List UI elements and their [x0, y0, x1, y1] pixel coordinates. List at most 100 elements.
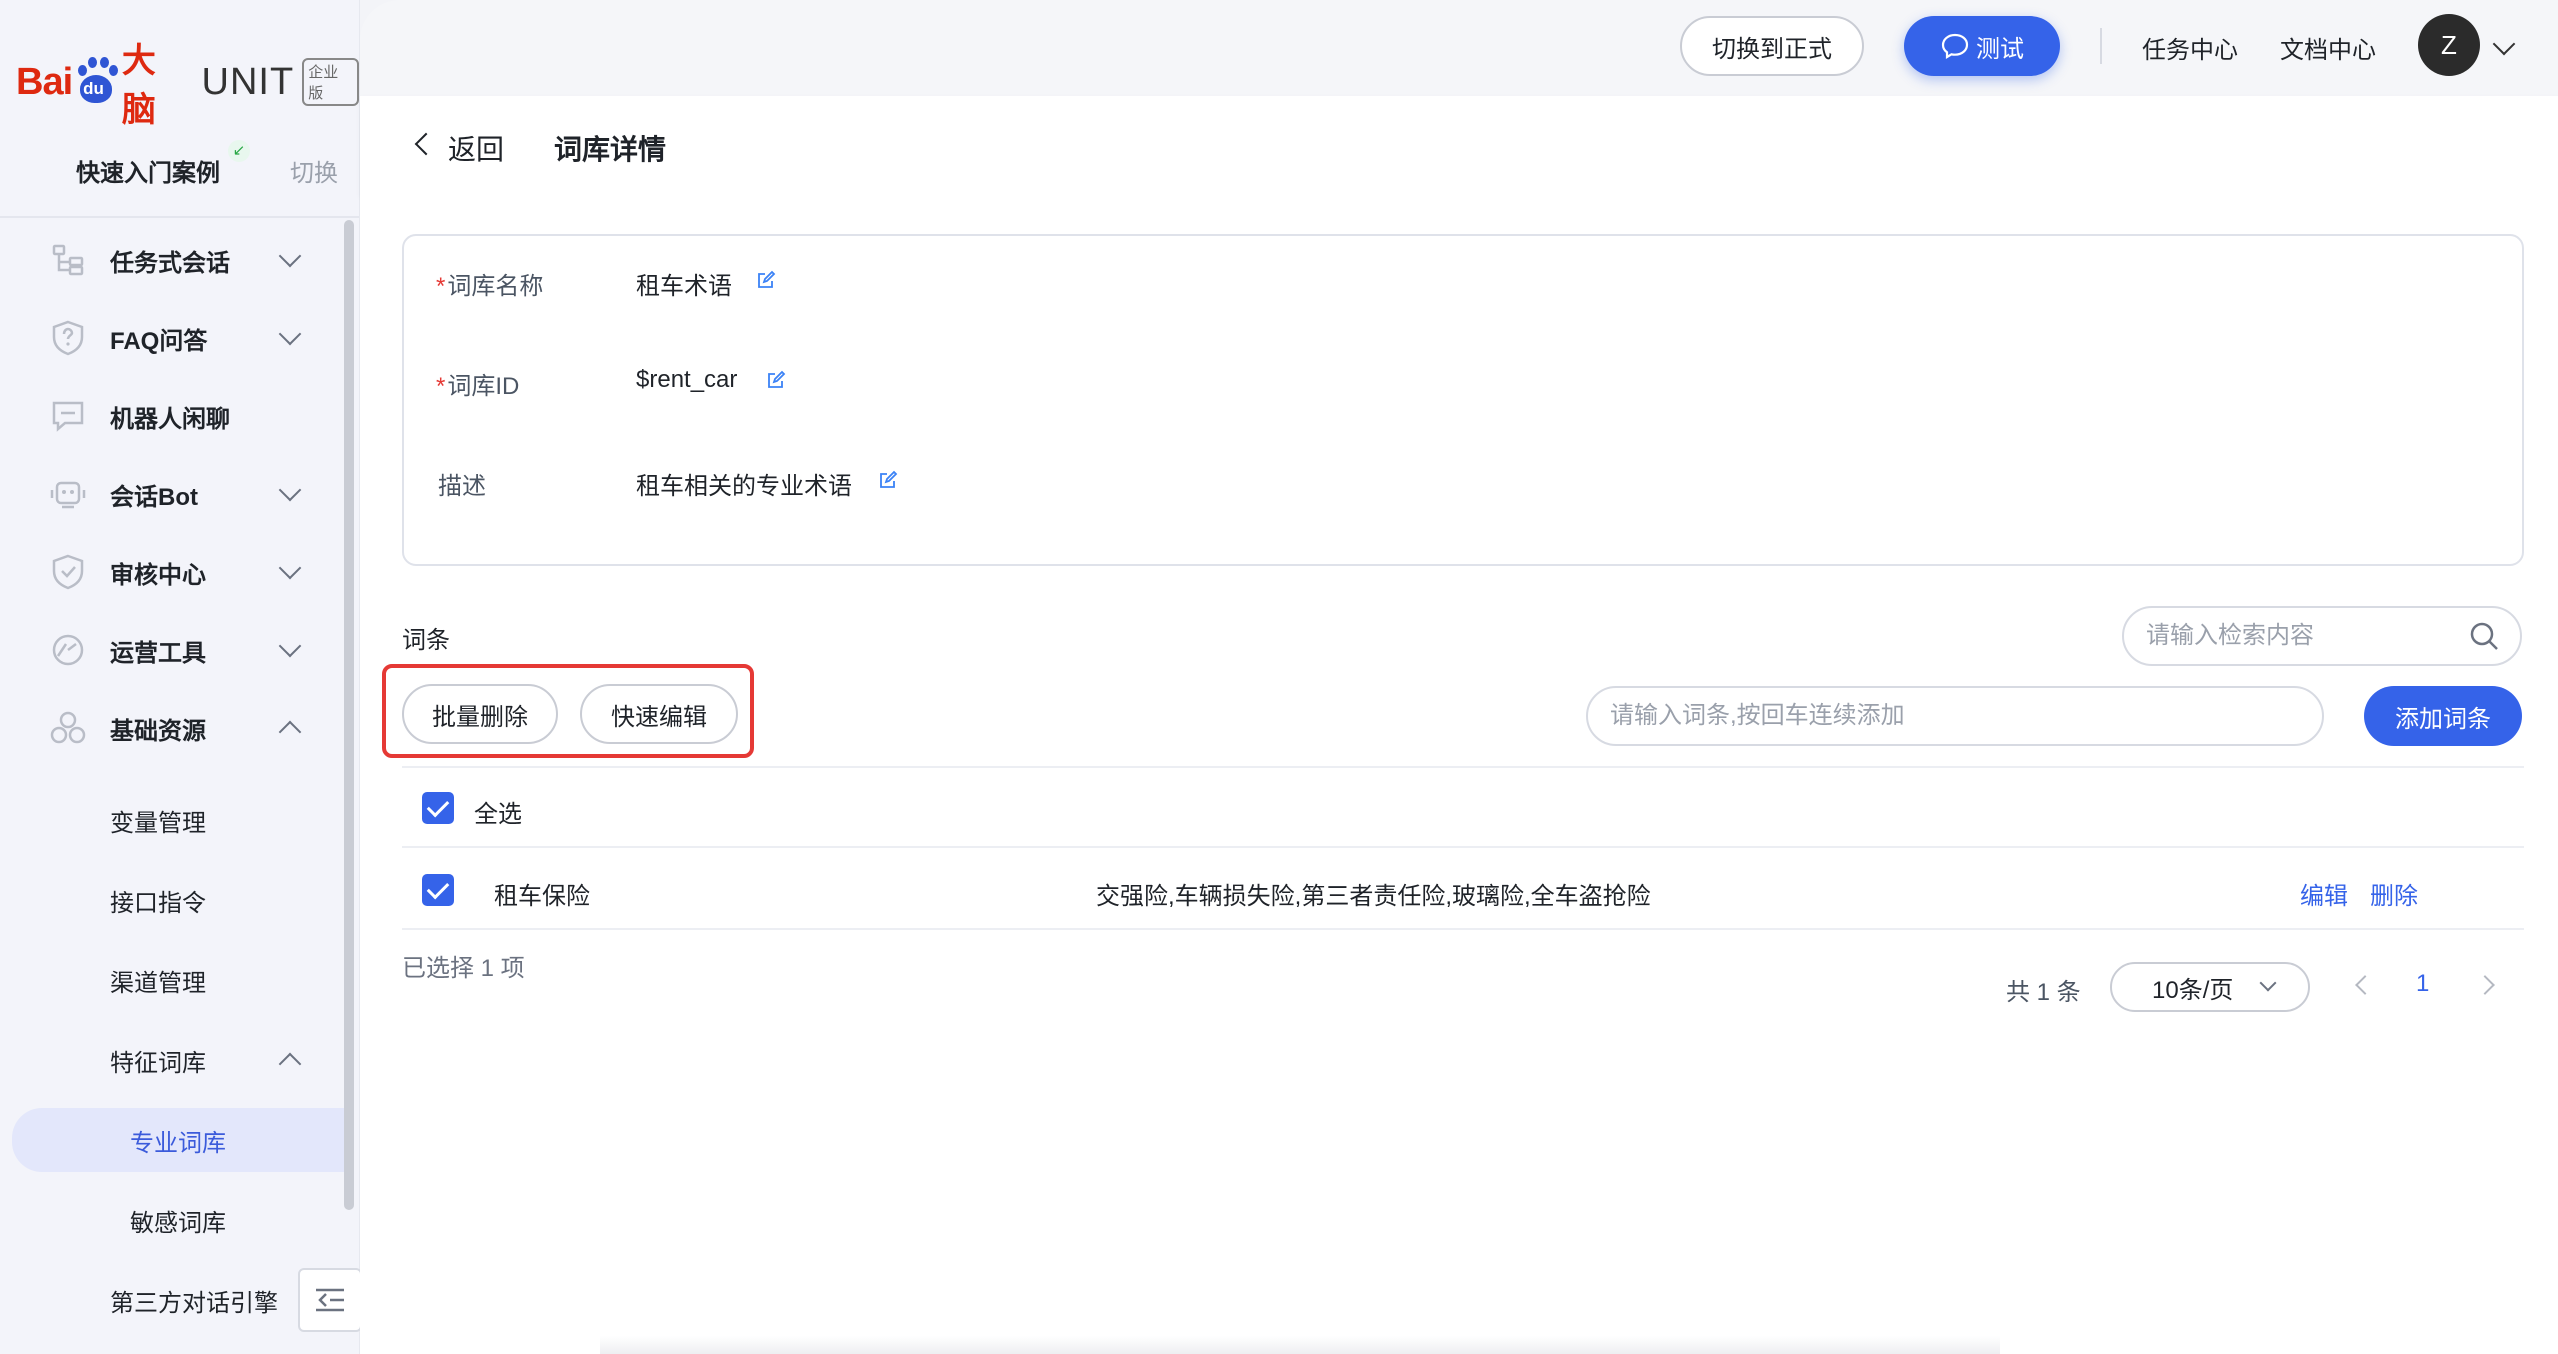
collapse-icon	[316, 1288, 344, 1312]
test-button[interactable]: 测试	[1904, 16, 2060, 76]
product-name: UNIT	[201, 60, 295, 103]
sidebar-item-feature-lexicon[interactable]: 特征词库	[0, 1028, 345, 1092]
table-divider	[402, 846, 2524, 848]
chevron-down-icon	[278, 478, 302, 502]
row-checkbox[interactable]	[422, 874, 454, 906]
cubes-icon	[50, 711, 86, 744]
sidebar-item-sensitive-lexicon[interactable]: 敏感词库	[0, 1188, 345, 1252]
flow-icon	[52, 244, 84, 276]
back-link[interactable]: 返回	[448, 128, 504, 168]
sidebar-item-professional-lexicon[interactable]: 专业词库	[12, 1108, 352, 1172]
chevron-down-icon	[278, 634, 302, 658]
entry-term: 租车保险	[494, 883, 590, 910]
sidebar-item-review[interactable]: 审核中心	[0, 542, 345, 602]
add-entry-input[interactable]	[1586, 686, 2324, 746]
sidebar-item-label: 敏感词库	[130, 1209, 226, 1237]
edit-icon[interactable]	[878, 470, 898, 490]
sidebar-item-label: 任务式会话	[110, 249, 230, 277]
edition-badge: 企业版	[302, 58, 359, 106]
sidebar-item-chitchat[interactable]: 机器人闲聊	[0, 386, 345, 446]
chevron-down-icon	[2259, 974, 2277, 992]
lexicon-id-value: $rent_car	[636, 366, 738, 393]
logo-text: Bai	[16, 60, 73, 103]
chat-bubble-icon	[52, 401, 84, 432]
sidebar-item-label: 渠道管理	[110, 969, 206, 997]
selected-count: 已选择 1 项	[402, 955, 525, 982]
page-size-value: 10条/页	[2152, 976, 2234, 1004]
sidebar-item-third-party-engine[interactable]: 第三方对话引擎	[0, 1268, 345, 1332]
sidebar-scrollbar[interactable]	[344, 220, 354, 1210]
lexicon-name-value: 租车术语	[636, 273, 732, 300]
sidebar-divider	[0, 216, 359, 218]
search-input[interactable]	[2122, 606, 2522, 666]
sidebar-item-label: 运营工具	[110, 639, 206, 667]
test-button-label: 测试	[1976, 35, 2024, 63]
page-title: 词库详情	[554, 134, 667, 165]
sidebar-item-label: 接口指令	[110, 889, 206, 917]
chat-bubble-icon	[1941, 33, 1969, 59]
chevron-down-icon	[278, 322, 302, 346]
sidebar-item-bot[interactable]: 会话Bot	[0, 464, 345, 524]
workspace-row: 快速入门案例 ↙ 切换	[0, 140, 359, 200]
sidebar: Bai du 大脑 UNIT 企业版 快速入门案例 ↙ 切换 任务式会话 FAQ…	[0, 0, 360, 1354]
sidebar-item-label: 会话Bot	[110, 483, 198, 511]
sidebar-item-label: 机器人闲聊	[110, 405, 230, 433]
sidebar-item-label: 专业词库	[130, 1129, 226, 1157]
sidebar-item-ops-tools[interactable]: 运营工具	[0, 620, 345, 680]
chevron-down-icon	[278, 244, 302, 268]
workspace-title: 快速入门案例	[76, 159, 220, 187]
lexicon-id-label: *词库ID	[436, 373, 520, 400]
edit-entry-link[interactable]: 编辑	[2300, 876, 2348, 911]
select-all-label: 全选	[474, 801, 522, 828]
description-value: 租车相关的专业术语	[636, 473, 852, 500]
chevron-up-icon	[278, 720, 302, 744]
edit-icon[interactable]	[766, 370, 786, 390]
table-divider	[402, 928, 2524, 930]
current-page[interactable]: 1	[2416, 970, 2429, 998]
delete-entry-link[interactable]: 删除	[2370, 876, 2418, 911]
sidebar-item-task-dialog[interactable]: 任务式会话	[0, 230, 345, 290]
page-header	[360, 96, 2558, 196]
chevron-down-icon	[278, 556, 302, 580]
question-shield-icon	[52, 320, 84, 356]
search-icon[interactable]	[2468, 620, 2500, 652]
sidebar-item-channels[interactable]: 渠道管理	[0, 948, 345, 1012]
edit-icon[interactable]	[756, 270, 776, 290]
header-divider	[2100, 28, 2102, 64]
avatar[interactable]: Z	[2418, 14, 2480, 76]
sidebar-item-base-resources[interactable]: 基础资源	[0, 698, 345, 758]
entry-synonyms: 交强险,车辆损失险,第三者责任险,玻璃险,全车盗抢险	[1096, 883, 1651, 910]
chevron-up-icon	[278, 1052, 302, 1076]
bottom-shadow	[600, 1336, 2000, 1354]
dashboard-icon	[52, 634, 84, 666]
workspace-flag-icon: ↙	[228, 140, 250, 162]
paw-icon: du	[74, 57, 119, 107]
total-count: 共 1 条	[2006, 979, 2081, 1006]
task-center-link[interactable]: 任务中心	[2142, 30, 2238, 65]
entries-section-title: 词条	[402, 627, 450, 654]
batch-delete-button[interactable]: 批量删除	[402, 684, 558, 744]
add-entry-button[interactable]: 添加词条	[2364, 686, 2522, 746]
logo-du: du	[83, 79, 104, 98]
sidebar-item-label: FAQ问答	[110, 327, 208, 355]
sidebar-item-variables[interactable]: 变量管理	[0, 788, 345, 852]
sidebar-item-label: 审核中心	[110, 561, 206, 589]
baidu-unit-logo[interactable]: Bai du 大脑 UNIT 企业版	[16, 42, 359, 129]
sidebar-item-label: 特征词库	[110, 1049, 206, 1077]
quick-edit-button[interactable]: 快速编辑	[580, 684, 738, 744]
description-label: 描述	[438, 473, 486, 500]
table-divider	[402, 766, 2524, 768]
collapse-sidebar-button[interactable]	[298, 1268, 362, 1332]
doc-center-link[interactable]: 文档中心	[2280, 30, 2376, 65]
sidebar-item-faq[interactable]: FAQ问答	[0, 308, 345, 368]
shield-check-icon	[52, 554, 84, 590]
select-all-checkbox[interactable]	[422, 792, 454, 824]
sidebar-item-label: 变量管理	[110, 809, 206, 837]
sidebar-item-label: 基础资源	[110, 717, 206, 745]
page-size-select[interactable]: 10条/页	[2110, 962, 2310, 1012]
sidebar-item-label: 第三方对话引擎	[110, 1289, 278, 1317]
sidebar-item-api-commands[interactable]: 接口指令	[0, 868, 345, 932]
workspace-switch-link[interactable]: 切换	[290, 153, 338, 188]
switch-to-production-button[interactable]: 切换到正式	[1680, 16, 1864, 76]
lexicon-name-label: *词库名称	[436, 273, 544, 300]
